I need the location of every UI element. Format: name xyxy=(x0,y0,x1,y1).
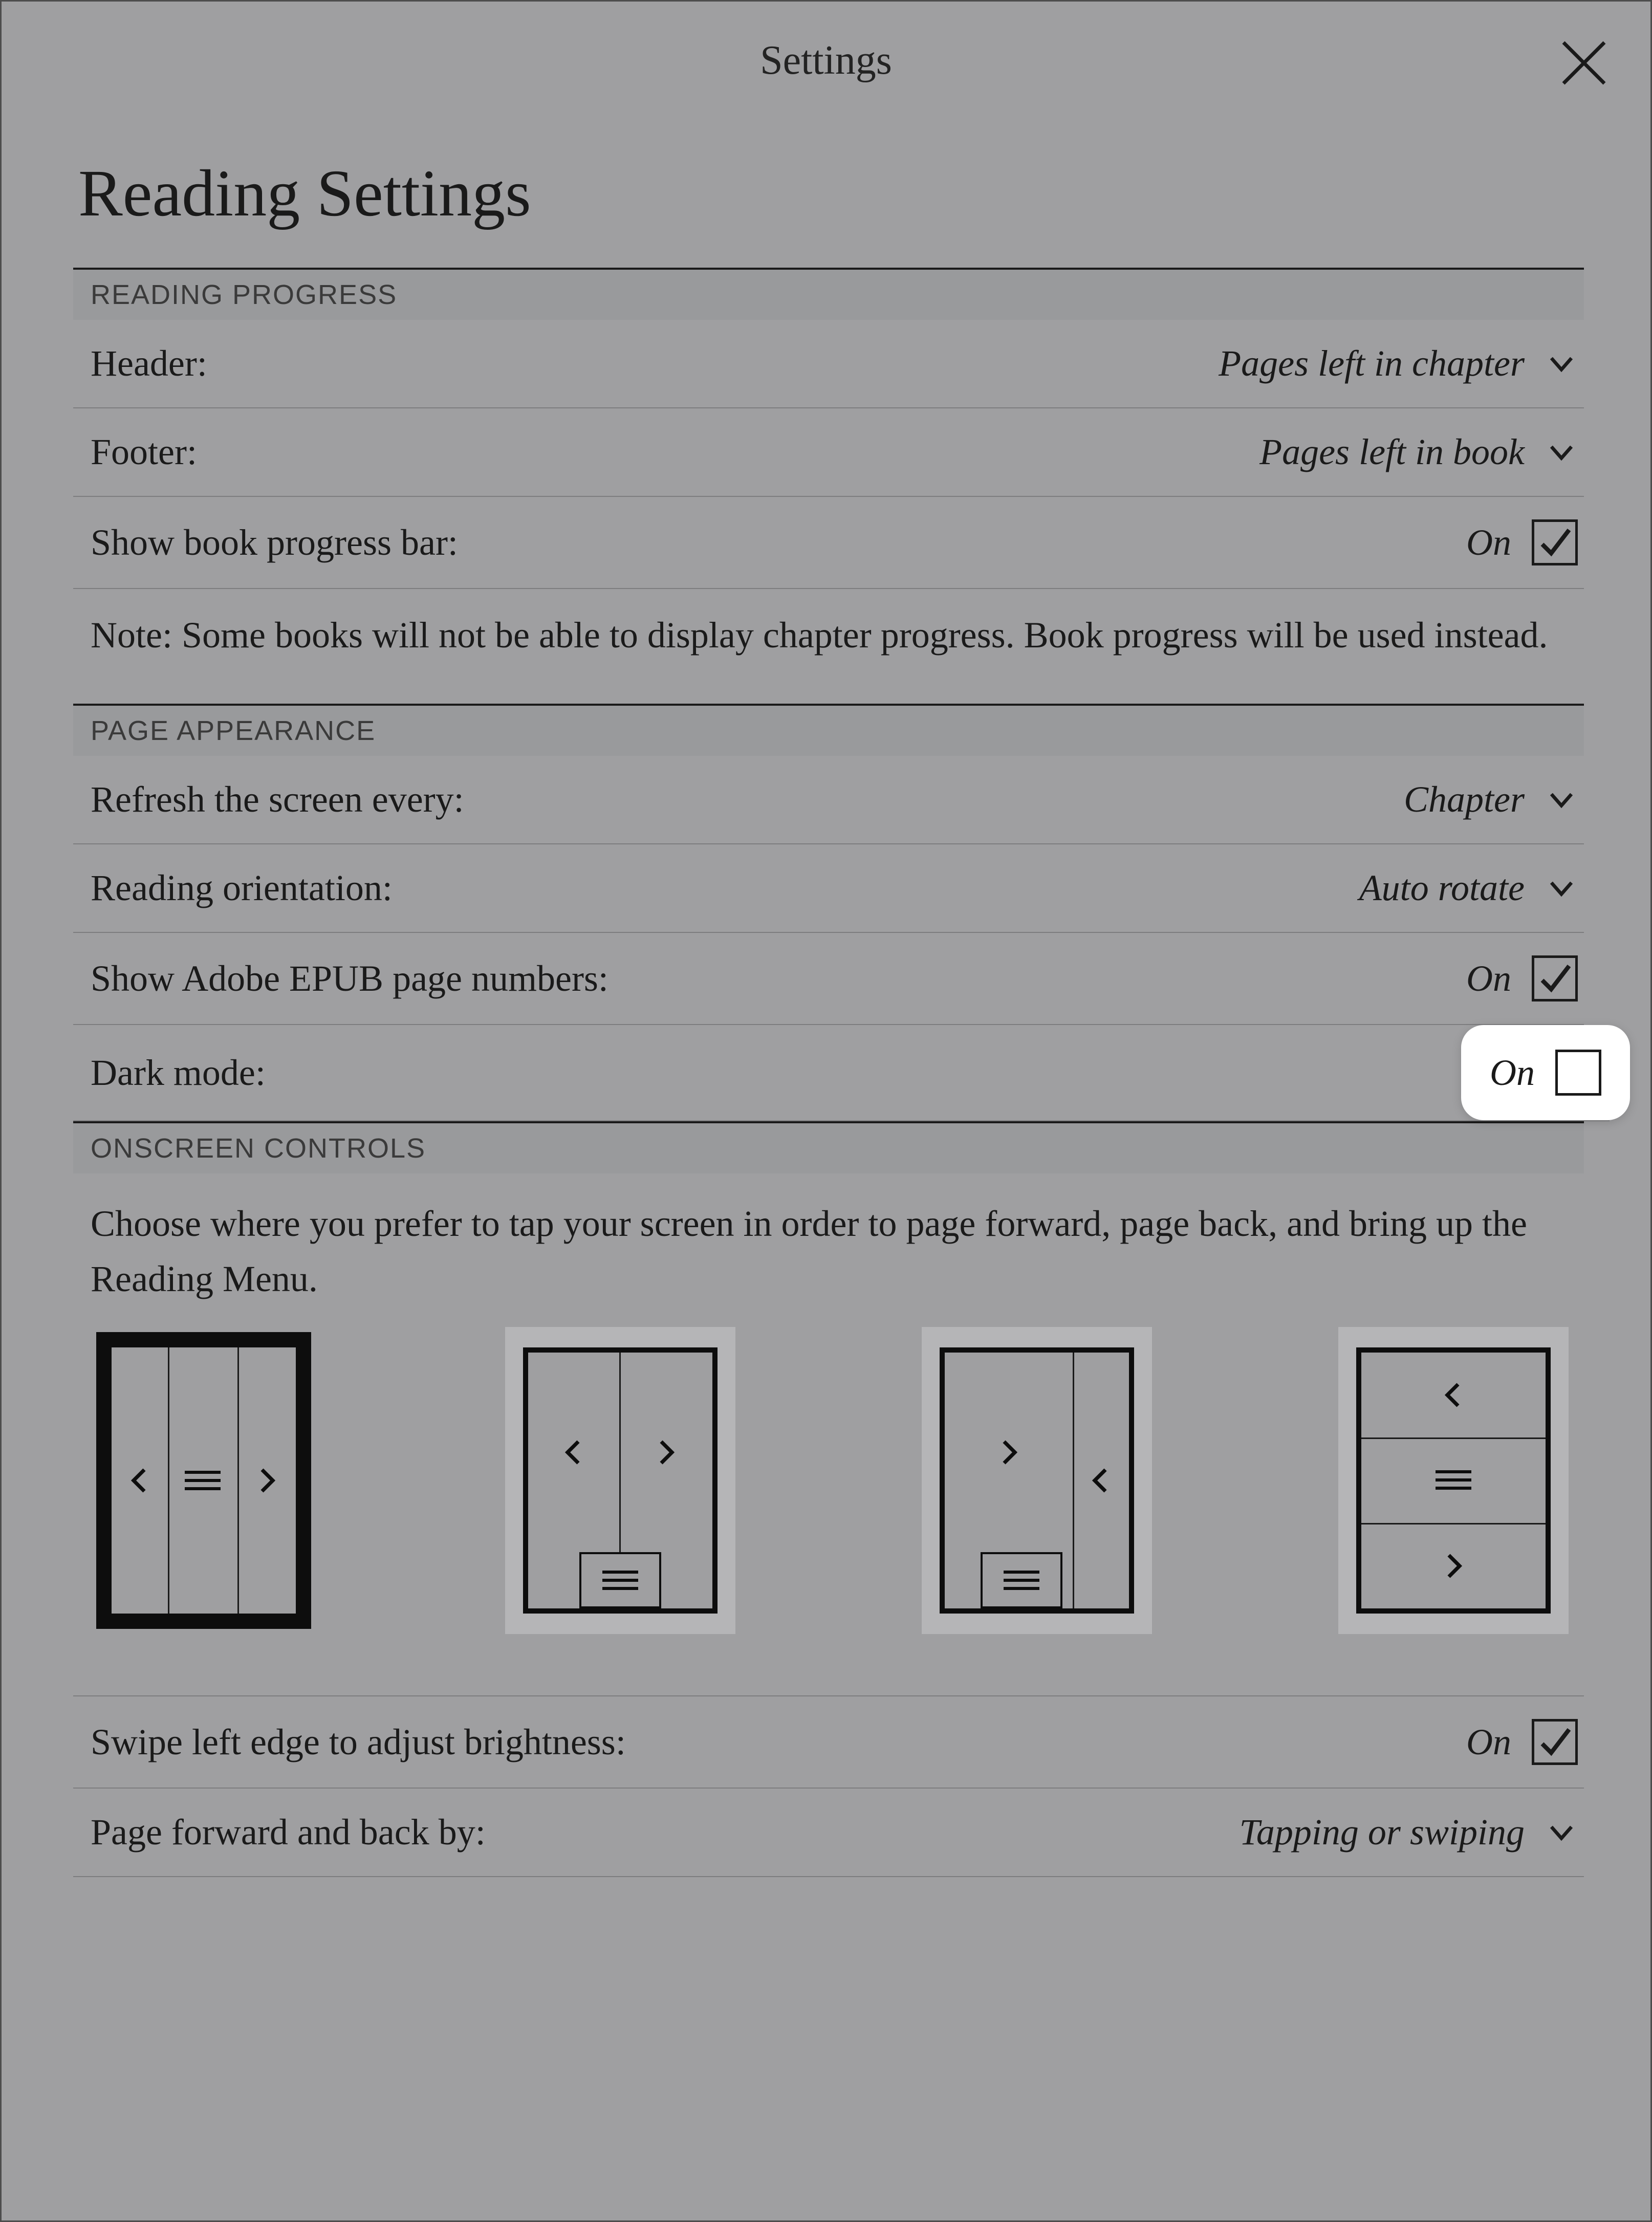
value-swipe-brightness: On xyxy=(1466,1721,1511,1763)
section-header-reading-progress: READING PROGRESS xyxy=(73,268,1584,320)
value-adobe: On xyxy=(1466,957,1511,1000)
row-adobe-epub[interactable]: Show Adobe EPUB page numbers: On xyxy=(73,933,1584,1025)
dark-mode-highlight: On xyxy=(1461,1025,1630,1120)
label-show-progress: Show book progress bar: xyxy=(91,521,458,564)
close-icon xyxy=(1558,37,1610,89)
hamburger-icon xyxy=(168,1347,237,1614)
tap-layout-option-3[interactable] xyxy=(922,1327,1152,1634)
row-swipe-brightness[interactable]: Swipe left edge to adjust brightness: On xyxy=(73,1695,1584,1789)
checkmark-icon xyxy=(1537,1724,1573,1760)
row-footer-progress[interactable]: Footer: Pages left in book xyxy=(73,408,1584,497)
page-title: Reading Settings xyxy=(73,155,1584,232)
chevron-left-icon xyxy=(1361,1353,1546,1437)
hamburger-icon xyxy=(579,1552,661,1608)
chevron-down-icon xyxy=(1545,436,1578,469)
chevron-down-icon xyxy=(1545,783,1578,816)
label-adobe: Show Adobe EPUB page numbers: xyxy=(91,957,608,1000)
label-orientation: Reading orientation: xyxy=(91,867,393,909)
label-page-method: Page forward and back by: xyxy=(91,1811,486,1854)
chevron-right-icon xyxy=(619,1353,712,1552)
label-swipe-brightness: Swipe left edge to adjust brightness: xyxy=(91,1721,626,1763)
value-show-progress: On xyxy=(1466,521,1511,564)
row-orientation[interactable]: Reading orientation: Auto rotate xyxy=(73,844,1584,933)
checkbox-adobe[interactable] xyxy=(1532,955,1578,1001)
section-header-onscreen-controls: ONSCREEN CONTROLS xyxy=(73,1121,1584,1173)
row-header-progress[interactable]: Header: Pages left in chapter xyxy=(73,320,1584,408)
chevron-right-icon xyxy=(237,1347,296,1614)
chevron-left-icon xyxy=(112,1347,168,1614)
row-dark-mode[interactable]: Dark mode: On xyxy=(73,1025,1610,1121)
content: Reading Settings READING PROGRESS Header… xyxy=(2,155,1650,1877)
tap-layout-option-2[interactable] xyxy=(505,1327,735,1634)
chevron-down-icon xyxy=(1545,347,1578,380)
topbar: Settings xyxy=(2,2,1650,119)
row-show-progress-bar[interactable]: Show book progress bar: On xyxy=(73,497,1584,589)
chevron-down-icon xyxy=(1545,1816,1578,1849)
label-dark-mode: Dark mode: xyxy=(91,1052,266,1094)
value-refresh: Chapter xyxy=(1404,778,1525,821)
value-header: Pages left in chapter xyxy=(1219,342,1525,385)
note-reading-progress: Note: Some books will not be able to dis… xyxy=(73,589,1584,704)
checkbox-dark-mode[interactable] xyxy=(1555,1050,1601,1096)
section-header-page-appearance: PAGE APPEARANCE xyxy=(73,704,1584,756)
checkmark-icon xyxy=(1537,961,1573,996)
onscreen-controls-intro: Choose where you prefer to tap your scre… xyxy=(73,1173,1584,1327)
value-footer: Pages left in book xyxy=(1259,431,1525,473)
label-refresh: Refresh the screen every: xyxy=(91,778,464,821)
checkbox-show-progress[interactable] xyxy=(1532,519,1578,565)
value-page-method: Tapping or swiping xyxy=(1239,1811,1525,1854)
tap-layout-option-4[interactable] xyxy=(1338,1327,1569,1634)
chevron-right-icon xyxy=(1361,1523,1546,1608)
row-refresh[interactable]: Refresh the screen every: Chapter xyxy=(73,756,1584,844)
row-page-method[interactable]: Page forward and back by: Tapping or swi… xyxy=(73,1789,1584,1877)
chevron-left-icon xyxy=(1073,1353,1129,1608)
tap-layout-options xyxy=(73,1327,1584,1695)
checkbox-swipe-brightness[interactable] xyxy=(1532,1719,1578,1765)
chevron-right-icon xyxy=(945,1353,1073,1552)
settings-panel: Settings Reading Settings READING PROGRE… xyxy=(0,0,1652,2222)
hamburger-icon xyxy=(1361,1437,1546,1522)
chevron-down-icon xyxy=(1545,872,1578,905)
label-header: Header: xyxy=(91,342,207,385)
checkmark-icon xyxy=(1537,525,1573,560)
chevron-left-icon xyxy=(528,1353,619,1552)
value-orientation: Auto rotate xyxy=(1359,867,1525,909)
topbar-title: Settings xyxy=(760,37,892,84)
label-footer: Footer: xyxy=(91,431,197,473)
value-dark-mode: On xyxy=(1490,1052,1535,1094)
tap-layout-option-1[interactable] xyxy=(89,1327,319,1634)
close-button[interactable] xyxy=(1553,32,1615,94)
hamburger-icon xyxy=(981,1552,1062,1608)
